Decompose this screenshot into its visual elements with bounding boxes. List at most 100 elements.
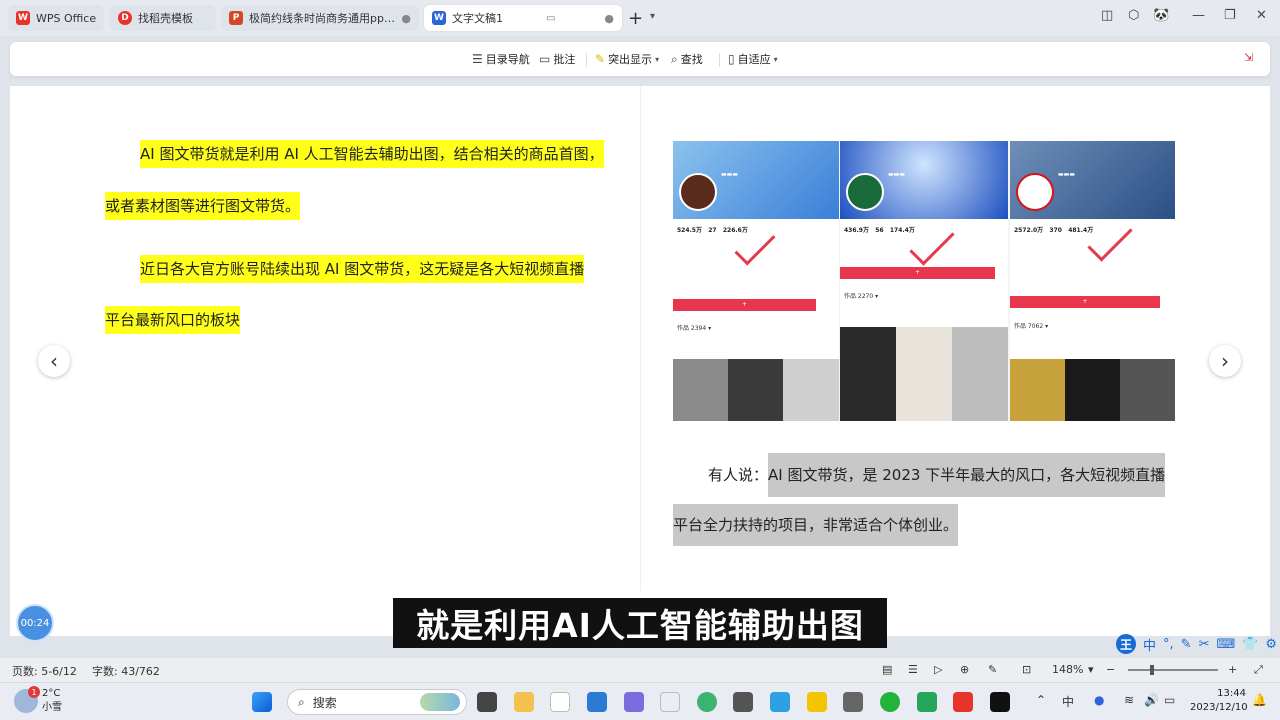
tool-gear-icon[interactable] xyxy=(733,692,753,712)
document-canvas[interactable]: AI 图文带货就是利用 AI 人工智能去辅助出图，结合相关的商品首图， 或者素材… xyxy=(10,86,1270,636)
volume-icon[interactable]: 🔊 xyxy=(1144,693,1159,707)
avatar-panda-icon[interactable]: 🐼 xyxy=(1153,8,1169,23)
zoom-level[interactable]: 148% xyxy=(1052,663,1083,676)
ime-pen-icon[interactable]: ✎ xyxy=(1181,637,1192,652)
settings-gear-icon[interactable] xyxy=(660,692,680,712)
ime-toolbar: 王 中 °, ✎ ✂ ⌨ 👕 ⚙ xyxy=(1116,633,1277,655)
docer-icon: D xyxy=(118,11,132,25)
ime-scissors-icon[interactable]: ✂ xyxy=(1199,637,1210,652)
word-icon: W xyxy=(432,11,446,25)
chevron-down-icon: ▾ xyxy=(773,54,778,64)
chevron-down-icon: ▾ xyxy=(655,54,660,64)
page-divider xyxy=(640,86,641,591)
task-view-icon[interactable] xyxy=(477,692,497,712)
windows-taskbar: 1 2°C 小雪 ⌕ 搜索 ⌃ 中 ● ≋ 🔊 ▭ 13:44 2023/12/… xyxy=(0,682,1280,720)
tab-ppt-template[interactable]: P 极简约线条时尚商务通用ppt模板 ● xyxy=(221,5,419,31)
fullscreen-icon[interactable]: ⤢ xyxy=(1254,663,1263,677)
find-button[interactable]: ⌕ 查找 xyxy=(671,51,703,67)
timer-bubble[interactable]: 00:24 xyxy=(16,604,54,642)
next-page-button[interactable]: › xyxy=(1209,345,1241,377)
restore-icon[interactable]: ❐ xyxy=(1224,8,1236,23)
app-icon[interactable] xyxy=(624,692,644,712)
zoom-slider-thumb[interactable] xyxy=(1150,665,1154,675)
reading-toolbar: ☰ 目录导航 ▭ 批注 ✎ 突出显示 ▾ ⌕ 查找 ▯ 自适应 ▾ ⇲ xyxy=(10,42,1270,76)
collage-panel-1: ▬▬▬ 524.5万 27 226.6万 + 作品 2394 ▾ xyxy=(673,141,839,423)
screen-recorder-icon[interactable] xyxy=(917,692,937,712)
store-icon[interactable] xyxy=(587,692,607,712)
toolbar-divider xyxy=(586,53,587,67)
ime-keyboard-icon[interactable]: ⌨ xyxy=(1216,637,1235,652)
left-para1-line2[interactable]: 或者素材图等进行图文带货。 xyxy=(105,192,301,220)
tray-app-icon[interactable]: ● xyxy=(1094,693,1104,707)
file-explorer-icon[interactable] xyxy=(514,692,534,712)
adaptive-button[interactable]: ▯ 自适应 ▾ xyxy=(728,51,778,67)
list-view-icon[interactable]: ☰ xyxy=(908,663,918,676)
browser-icon[interactable] xyxy=(697,692,717,712)
tray-chevron-up-icon[interactable]: ⌃ xyxy=(1036,693,1046,707)
monitor-icon[interactable]: ▭ xyxy=(546,13,555,24)
tab-bar: W WPS Office D 找稻壳模板 P 极简约线条时尚商务通用ppt模板 … xyxy=(0,0,1280,36)
word-count[interactable]: 字数: 43/762 xyxy=(92,663,160,679)
edit-pen-icon[interactable]: ✎ xyxy=(988,663,997,676)
tab-list-chevron-icon[interactable]: ▾ xyxy=(650,11,655,22)
toc-nav-button[interactable]: ☰ 目录导航 xyxy=(472,51,530,67)
exit-reading-icon[interactable]: ⇲ xyxy=(1244,51,1253,64)
douyin-accounts-collage-image: ▬▬▬ 524.5万 27 226.6万 + 作品 2394 ▾ ▬▬▬ 436… xyxy=(673,141,1175,423)
ime-logo-icon[interactable]: 王 xyxy=(1116,634,1136,654)
status-bar: 页数: 5-6/12 字数: 43/762 ▤ ☰ ▷ ⊕ ✎ ⊡ 148% ▾… xyxy=(0,658,1280,682)
right-para-line2[interactable]: 平台全力扶持的项目，非常适合个体创业。 xyxy=(673,504,959,546)
web-view-icon[interactable]: ⊕ xyxy=(960,663,969,676)
list-icon: ☰ xyxy=(472,52,483,66)
left-para2-line2[interactable]: 平台最新风口的板块 xyxy=(105,306,241,334)
search-highlight-icon xyxy=(420,693,460,711)
taskbar-search-box[interactable]: ⌕ 搜索 xyxy=(287,689,467,715)
ime-punct-icon[interactable]: °, xyxy=(1163,637,1174,652)
tab-docer-templates[interactable]: D 找稻壳模板 xyxy=(110,5,216,31)
close-icon[interactable]: ✕ xyxy=(1256,8,1267,23)
outline-view-icon[interactable]: ▤ xyxy=(882,663,892,676)
left-para1-line1[interactable]: AI 图文带货就是利用 AI 人工智能去辅助出图，结合相关的商品首图， xyxy=(140,140,604,168)
comment-button[interactable]: ▭ 批注 xyxy=(539,51,575,67)
notepad-icon[interactable] xyxy=(550,692,570,712)
weather-widget[interactable]: 2°C 小雪 xyxy=(42,687,62,715)
tab-wps-office[interactable]: W WPS Office xyxy=(8,5,104,31)
game-icon[interactable] xyxy=(843,692,863,712)
collage-panel-2: ▬▬▬ 436.9万 56 174.4万 + 作品 2270 ▾ xyxy=(840,141,1008,423)
zoom-in-icon[interactable]: + xyxy=(1228,663,1237,676)
zoom-slider[interactable] xyxy=(1128,669,1218,671)
minimize-icon[interactable]: — xyxy=(1192,8,1205,23)
zoom-out-icon[interactable]: − xyxy=(1106,663,1115,676)
page-icon: ▯ xyxy=(728,52,735,66)
chat-app-icon[interactable] xyxy=(770,692,790,712)
ppt-icon: P xyxy=(229,11,243,25)
prev-page-button[interactable]: ‹ xyxy=(38,345,70,377)
wps-taskbar-icon[interactable] xyxy=(953,692,973,712)
highlight-button[interactable]: ✎ 突出显示 ▾ xyxy=(595,51,659,67)
tab-modified-dot-icon[interactable]: ● xyxy=(598,12,614,25)
ime-skin-icon[interactable]: 👕 xyxy=(1242,637,1258,652)
search-icon: ⌕ xyxy=(671,51,678,66)
wechat-icon[interactable] xyxy=(880,692,900,712)
battery-icon[interactable]: ▭ xyxy=(1164,693,1175,707)
play-view-icon[interactable]: ▷ xyxy=(934,663,942,676)
ime-indicator[interactable]: 中 xyxy=(1062,693,1074,710)
windows-start-icon[interactable] xyxy=(252,692,272,712)
notification-bell-icon[interactable]: 🔔 xyxy=(1252,693,1267,707)
layout-icon[interactable]: ◫ xyxy=(1101,8,1113,23)
cube-icon[interactable]: ⬡ xyxy=(1128,8,1139,23)
tab-modified-dot-icon[interactable]: ● xyxy=(395,12,411,25)
system-clock[interactable]: 13:44 2023/12/10 xyxy=(1190,687,1248,715)
capcut-icon[interactable] xyxy=(990,692,1010,712)
left-para2-line1[interactable]: 近日各大官方账号陆续出现 AI 图文带货，这无疑是各大短视频直播 xyxy=(140,255,585,283)
page-count: 页数: 5-6/12 xyxy=(12,665,77,678)
chevron-down-icon[interactable]: ▾ xyxy=(1088,663,1094,676)
new-tab-plus-icon[interactable]: + xyxy=(628,8,643,29)
right-para-line1[interactable]: 有人说：AI 图文带货，是 2023 下半年最大的风口，各大短视频直播 xyxy=(708,453,1166,497)
ime-mode[interactable]: 中 xyxy=(1143,635,1156,654)
m-app-icon[interactable] xyxy=(807,692,827,712)
video-subtitle: 就是利用AI人工智能辅助出图 xyxy=(393,598,887,648)
tab-document-1[interactable]: W 文字文稿1 ▭ ● xyxy=(424,5,622,31)
wifi-icon[interactable]: ≋ xyxy=(1124,693,1134,707)
fit-page-icon[interactable]: ⊡ xyxy=(1022,663,1031,676)
ime-settings-icon[interactable]: ⚙ xyxy=(1265,637,1277,652)
